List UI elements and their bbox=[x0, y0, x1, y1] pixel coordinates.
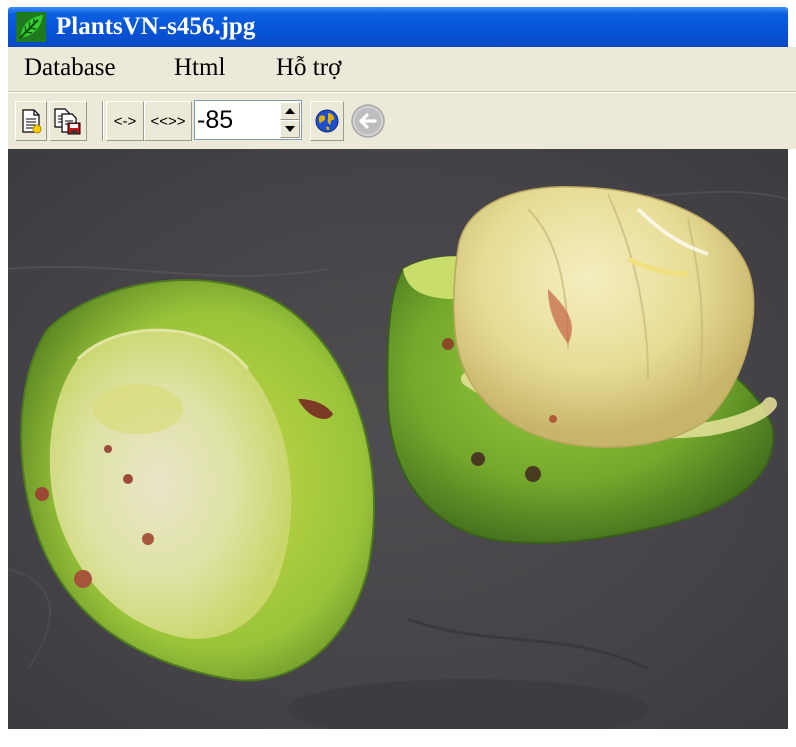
new-page-icon bbox=[22, 109, 42, 134]
spinner-input[interactable] bbox=[195, 101, 273, 139]
back-arrow-icon bbox=[351, 104, 385, 138]
save-copy-button[interactable] bbox=[49, 101, 87, 141]
down-arrow-icon bbox=[285, 126, 295, 132]
back-button[interactable] bbox=[348, 101, 388, 141]
web-button[interactable] bbox=[310, 101, 344, 141]
toolbar: <-> <<>> bbox=[8, 92, 796, 149]
title-bar[interactable]: PlantsVN-s456.jpg bbox=[8, 7, 788, 47]
window-title: PlantsVN-s456.jpg bbox=[56, 13, 256, 40]
plant-photo bbox=[8, 149, 788, 729]
leaf-icon bbox=[16, 12, 46, 42]
spin-up-button[interactable] bbox=[280, 102, 300, 120]
menu-bar: Database Html Hỗ trợ bbox=[8, 47, 796, 92]
widen-button[interactable]: <<>> bbox=[144, 101, 192, 141]
status-strip bbox=[8, 729, 796, 747]
up-arrow-icon bbox=[285, 108, 295, 114]
menu-html[interactable]: Html bbox=[174, 52, 225, 84]
new-page-button[interactable] bbox=[15, 101, 47, 141]
narrow-button[interactable]: <-> bbox=[106, 101, 144, 141]
menu-database[interactable]: Database bbox=[24, 52, 116, 84]
globe-icon bbox=[315, 109, 339, 133]
toolbar-separator bbox=[102, 101, 104, 141]
spin-down-button[interactable] bbox=[280, 120, 300, 138]
value-spinner[interactable] bbox=[194, 100, 302, 140]
save-copy-icon bbox=[54, 108, 81, 135]
menu-ho-tro[interactable]: Hỗ trợ bbox=[276, 52, 341, 84]
